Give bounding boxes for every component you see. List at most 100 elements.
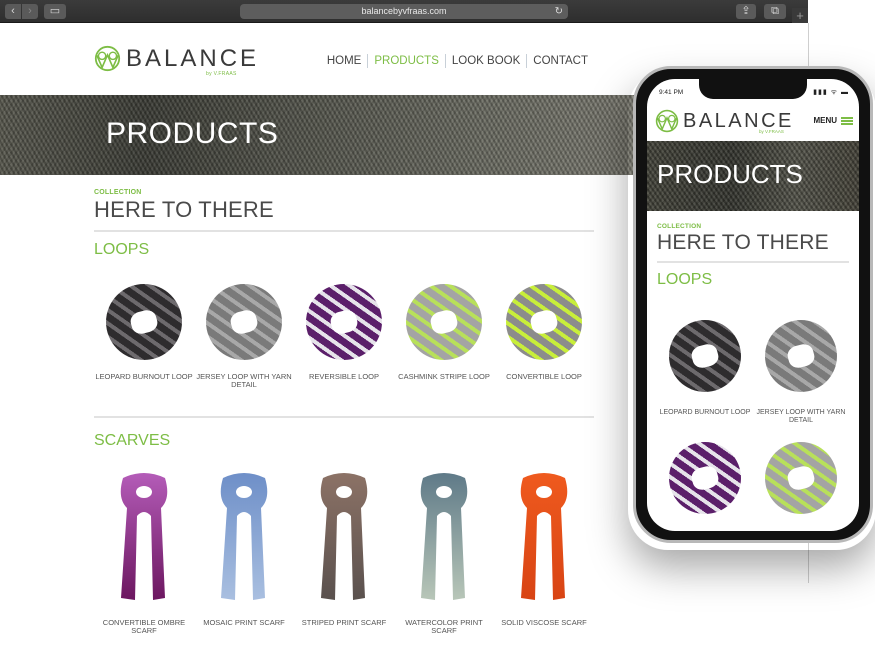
product-name[interactable]: CASHMINK STRIPE LOOP bbox=[398, 373, 490, 381]
brand-byline: by V.FRAAS bbox=[206, 71, 237, 77]
browser-toolbar: ‹ › ▭ balancebyvfraas.com ↻ ⇪ ⧉ + bbox=[0, 0, 808, 23]
nav-home[interactable]: HOME bbox=[321, 55, 368, 67]
nav-contact[interactable]: CONTACT bbox=[527, 55, 594, 67]
product-image[interactable] bbox=[304, 277, 384, 367]
product-image[interactable] bbox=[761, 311, 841, 401]
loop-scarf-image bbox=[669, 442, 741, 514]
scarves-grid: CONVERTIBLE OMBRE SCARF MOSAIC PRINT SCAR… bbox=[94, 463, 594, 635]
address-bar[interactable]: balancebyvfraas.com ↻ bbox=[240, 4, 568, 19]
scarf-image bbox=[320, 473, 368, 600]
chevron-left-icon: ‹ bbox=[11, 5, 15, 17]
nav-products[interactable]: PRODUCTS bbox=[368, 55, 445, 67]
collection-eyebrow: COLLECTION bbox=[657, 223, 702, 230]
product-card[interactable]: WATERCOLOR PRINT SCARF bbox=[394, 463, 494, 635]
product-name[interactable]: WATERCOLOR PRINT SCARF bbox=[394, 619, 494, 635]
product-card[interactable]: SOLID VISCOSE SCARF bbox=[494, 463, 594, 635]
logo-mark-icon bbox=[655, 109, 679, 133]
product-image[interactable] bbox=[504, 463, 584, 613]
product-card[interactable]: LEOPARD BURNOUT LOOP bbox=[94, 277, 194, 389]
signal-wifi-battery-icon: ▮▮▮ ᯤ ▬ bbox=[813, 89, 849, 96]
chevron-right-icon: › bbox=[28, 5, 32, 17]
scarf-image bbox=[120, 473, 168, 600]
loops-grid: LEOPARD BURNOUT LOOP JERSEY LOOP WITH YAR… bbox=[94, 277, 594, 389]
product-name[interactable]: MOSAIC PRINT SCARF bbox=[203, 619, 285, 627]
divider bbox=[94, 416, 594, 418]
product-image[interactable] bbox=[104, 277, 184, 367]
page-title: PRODUCTS bbox=[106, 117, 279, 150]
mobile-hero-banner: PRODUCTS bbox=[647, 141, 859, 211]
status-time: 9:41 PM bbox=[659, 89, 684, 96]
product-image[interactable] bbox=[504, 277, 584, 367]
product-card[interactable]: CONVERTIBLE LOOP bbox=[494, 277, 594, 389]
reload-icon[interactable]: ↻ bbox=[555, 4, 563, 19]
scarf-image bbox=[520, 473, 568, 600]
share-button[interactable]: ⇪ bbox=[736, 4, 756, 19]
product-card[interactable]: CASHMINK STRIPE bbox=[753, 433, 849, 531]
product-image[interactable] bbox=[404, 463, 484, 613]
loop-scarf-image bbox=[406, 284, 482, 360]
mobile-page-title: PRODUCTS bbox=[657, 159, 803, 189]
product-name[interactable]: LEOPARD BURNOUT LOOP bbox=[95, 373, 192, 381]
show-tabs-button[interactable]: ⧉ bbox=[764, 4, 786, 19]
brand-logo[interactable]: BALANCE by V.FRAAS bbox=[94, 45, 259, 77]
product-card[interactable]: JERSEY LOOP WITH YARN DETAIL bbox=[753, 311, 849, 433]
nav-look-book[interactable]: LOOK BOOK bbox=[446, 55, 526, 67]
section-title-loops: LOOPS bbox=[657, 271, 713, 288]
product-card[interactable]: MOSAIC PRINT SCARF bbox=[194, 463, 294, 635]
product-name[interactable]: JERSEY LOOP WITH YARN DETAIL bbox=[753, 409, 849, 433]
mockup-stage: ‹ › ▭ balancebyvfraas.com ↻ ⇪ ⧉ + BALANC… bbox=[0, 0, 875, 668]
product-image[interactable] bbox=[665, 311, 745, 401]
tabs-icon: ⧉ bbox=[771, 5, 779, 17]
collection-header: COLLECTION HERE TO THERE LOOPS bbox=[94, 189, 594, 259]
product-name[interactable]: STRIPED PRINT SCARF bbox=[302, 619, 386, 627]
product-name[interactable]: LEOPARD BURNOUT LOOP bbox=[660, 409, 751, 433]
mobile-menu-button[interactable]: MENU bbox=[813, 116, 853, 125]
loop-scarf-image bbox=[506, 284, 582, 360]
product-image[interactable] bbox=[665, 433, 745, 523]
mobile-collection-header: COLLECTION HERE TO THERE LOOPS bbox=[657, 223, 859, 289]
product-image[interactable] bbox=[404, 277, 484, 367]
product-card[interactable]: CASHMINK STRIPE LOOP bbox=[394, 277, 494, 389]
scarf-image bbox=[420, 473, 468, 600]
product-card[interactable]: REVERSIBLE LOOP bbox=[294, 277, 394, 389]
product-name[interactable]: SOLID VISCOSE SCARF bbox=[501, 619, 586, 627]
product-card[interactable]: CONVERTIBLE OMBRE SCARF bbox=[94, 463, 194, 635]
product-name[interactable]: JERSEY LOOP WITH YARN DETAIL bbox=[194, 373, 294, 389]
new-tab-button[interactable]: + bbox=[792, 8, 808, 23]
product-image[interactable] bbox=[204, 277, 284, 367]
product-name[interactable]: CONVERTIBLE OMBRE SCARF bbox=[94, 619, 194, 635]
product-card[interactable]: STRIPED PRINT SCARF bbox=[294, 463, 394, 635]
mobile-loops-grid: LEOPARD BURNOUT LOOP JERSEY LOOP WITH YAR… bbox=[657, 311, 849, 531]
collection-title: HERE TO THERE bbox=[657, 231, 829, 254]
product-image[interactable] bbox=[204, 463, 284, 613]
logo-mark-icon bbox=[94, 45, 121, 72]
product-image[interactable] bbox=[761, 433, 841, 523]
sidebar-toggle-button[interactable]: ▭ bbox=[44, 4, 66, 19]
back-button[interactable]: ‹ bbox=[5, 4, 21, 19]
scarves-header: SCARVES bbox=[94, 409, 594, 450]
product-card[interactable]: LEOPARD BURNOUT LOOP bbox=[657, 311, 753, 433]
product-card[interactable]: JERSEY LOOP WITH YARN DETAIL bbox=[194, 277, 294, 389]
share-icon: ⇪ bbox=[741, 5, 751, 17]
hamburger-icon bbox=[841, 116, 853, 125]
divider bbox=[657, 261, 849, 263]
phone-notch bbox=[699, 79, 807, 99]
loop-scarf-image bbox=[765, 320, 837, 392]
product-image[interactable] bbox=[104, 463, 184, 613]
product-image[interactable] bbox=[304, 463, 384, 613]
collection-title: HERE TO THERE bbox=[94, 197, 274, 222]
product-name[interactable]: CONVERTIBLE LOOP bbox=[506, 373, 582, 381]
main-nav: HOME PRODUCTS LOOK BOOK CONTACT bbox=[321, 54, 594, 68]
forward-button[interactable]: › bbox=[22, 4, 38, 19]
product-card[interactable]: REVERSIBLE LOOP bbox=[657, 433, 753, 531]
plus-icon: + bbox=[796, 8, 804, 23]
section-title-loops: LOOPS bbox=[94, 241, 150, 258]
url-text: balancebyvfraas.com bbox=[361, 6, 447, 16]
menu-label: MENU bbox=[813, 116, 837, 125]
loop-scarf-image bbox=[306, 284, 382, 360]
section-title-scarves: SCARVES bbox=[94, 432, 171, 449]
loop-scarf-image bbox=[669, 320, 741, 392]
collection-eyebrow: COLLECTION bbox=[94, 189, 142, 196]
product-name[interactable]: REVERSIBLE LOOP bbox=[309, 373, 379, 381]
divider bbox=[94, 230, 594, 232]
